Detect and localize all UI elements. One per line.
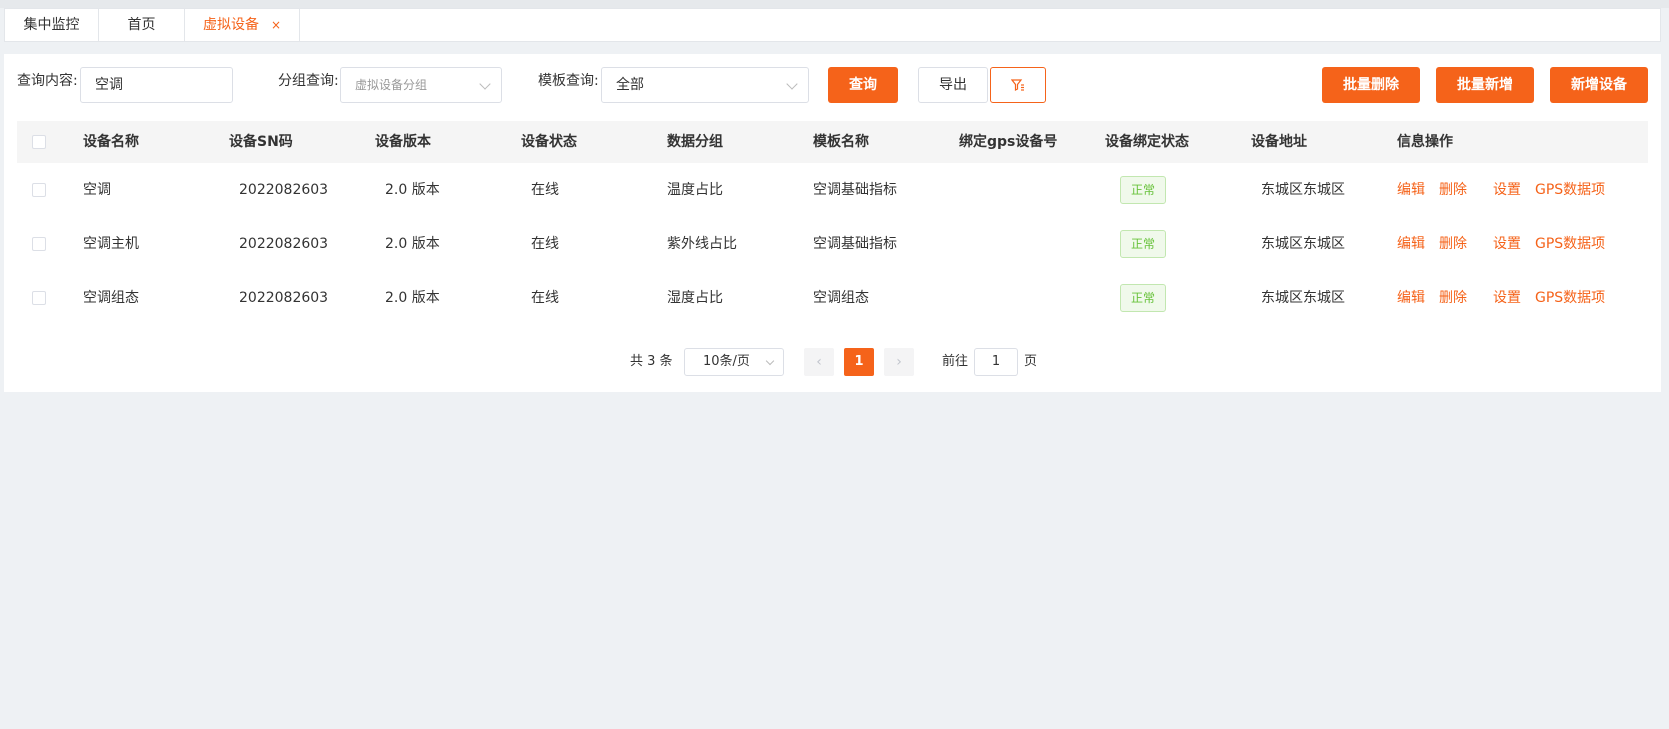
edit-link[interactable]: 编辑 [1397, 271, 1425, 325]
filter-button[interactable] [990, 67, 1046, 103]
tab-monitor[interactable]: 集中监控 [5, 9, 99, 41]
cell-status: 在线 [531, 236, 559, 252]
chevron-down-icon [786, 78, 798, 90]
tab-label: 虚拟设备 [202, 17, 259, 33]
batch-add-button[interactable]: 批量新增 [1436, 67, 1534, 103]
settings-link[interactable]: 设置 [1493, 163, 1521, 217]
next-page-button[interactable]: › [884, 348, 914, 376]
prev-page-button[interactable]: ‹ [804, 348, 834, 376]
query-label: 查询内容: [17, 73, 78, 89]
gps-data-link[interactable]: GPS数据项 [1535, 163, 1605, 217]
cell-data-group: 湿度占比 [667, 290, 723, 306]
cell-data-group: 紫外线占比 [667, 236, 737, 252]
tab-bar: 集中监控 首页 虚拟设备 × [4, 8, 1661, 42]
gps-data-link[interactable]: GPS数据项 [1535, 217, 1605, 271]
status-badge: 正常 [1120, 284, 1166, 312]
table-row: 空调 2022082603 2.0 版本 在线 温度占比 空调基础指标 正常 东… [17, 163, 1648, 217]
header-status: 设备状态 [521, 134, 577, 150]
header-version: 设备版本 [375, 134, 431, 150]
group-placeholder: 虚拟设备分组 [355, 78, 428, 92]
header-template: 模板名称 [813, 134, 869, 150]
cell-address: 东城区东城区 [1261, 290, 1345, 306]
table-row: 空调组态 2022082603 2.0 版本 在线 湿度占比 空调组态 正常 东… [17, 271, 1648, 325]
cell-version: 2.0 版本 [385, 290, 440, 306]
search-button[interactable]: 查询 [828, 67, 898, 103]
cell-template: 空调基础指标 [813, 182, 897, 198]
main-panel: 查询内容: 空调 分组查询: 虚拟设备分组 模板查询: 全部 查询 导出 批量删… [4, 54, 1661, 392]
cell-sn: 2022082603 [239, 182, 329, 198]
header-data-group: 数据分组 [667, 134, 723, 150]
group-label: 分组查询: [278, 73, 339, 89]
settings-link[interactable]: 设置 [1493, 217, 1521, 271]
batch-delete-button[interactable]: 批量删除 [1322, 67, 1420, 103]
cell-address: 东城区东城区 [1261, 236, 1345, 252]
cell-version: 2.0 版本 [385, 182, 440, 198]
row-checkbox[interactable] [32, 237, 46, 251]
tab-virtual-device[interactable]: 虚拟设备 × [185, 9, 300, 41]
goto-page-input[interactable]: 1 [974, 348, 1018, 376]
close-icon[interactable]: × [271, 18, 281, 32]
cell-address: 东城区东城区 [1261, 182, 1345, 198]
delete-link[interactable]: 删除 [1439, 271, 1467, 325]
table-header: 设备名称 设备SN码 设备版本 设备状态 数据分组 模板名称 绑定gps设备号 … [17, 121, 1648, 163]
cell-data-group: 温度占比 [667, 182, 723, 198]
cell-device-name: 空调 [83, 182, 111, 198]
cell-device-name: 空调组态 [83, 290, 139, 306]
page-size-value: 10条/页 [703, 354, 750, 369]
export-button[interactable]: 导出 [918, 67, 988, 103]
page-1-button[interactable]: 1 [844, 348, 874, 376]
header-sn: 设备SN码 [229, 134, 293, 150]
header-gps: 绑定gps设备号 [959, 134, 1058, 150]
template-select[interactable]: 全部 [601, 67, 809, 103]
settings-link[interactable]: 设置 [1493, 271, 1521, 325]
tab-label: 首页 [127, 17, 156, 33]
header-bind-status: 设备绑定状态 [1105, 134, 1189, 150]
header-actions: 信息操作 [1397, 134, 1453, 150]
cell-version: 2.0 版本 [385, 236, 440, 252]
filter-icon [1010, 79, 1024, 91]
cell-sn: 2022082603 [239, 236, 329, 252]
delete-link[interactable]: 删除 [1439, 163, 1467, 217]
edit-link[interactable]: 编辑 [1397, 217, 1425, 271]
template-value: 全部 [616, 77, 644, 93]
add-device-button[interactable]: 新增设备 [1550, 67, 1648, 103]
row-checkbox[interactable] [32, 291, 46, 305]
row-checkbox[interactable] [32, 183, 46, 197]
header-device-name: 设备名称 [83, 134, 139, 150]
header-address: 设备地址 [1251, 134, 1307, 150]
status-badge: 正常 [1120, 176, 1166, 204]
chevron-left-icon: ‹ [816, 354, 822, 370]
template-label: 模板查询: [538, 73, 599, 89]
page-suffix: 页 [1024, 354, 1038, 369]
cell-sn: 2022082603 [239, 290, 329, 306]
cell-template: 空调组态 [813, 290, 869, 306]
cell-status: 在线 [531, 290, 559, 306]
goto-label: 前往 [942, 354, 969, 369]
tab-label: 集中监控 [23, 17, 80, 33]
group-select[interactable]: 虚拟设备分组 [340, 67, 502, 103]
table-row: 空调主机 2022082603 2.0 版本 在线 紫外线占比 空调基础指标 正… [17, 217, 1648, 271]
chevron-down-icon [765, 356, 775, 366]
delete-link[interactable]: 删除 [1439, 217, 1467, 271]
select-all-checkbox[interactable] [32, 135, 46, 149]
chevron-right-icon: › [896, 354, 902, 370]
query-input[interactable]: 空调 [80, 67, 233, 103]
pagination-total: 共 3 条 [630, 354, 673, 369]
page-size-select[interactable]: 10条/页 [684, 348, 784, 376]
cell-template: 空调基础指标 [813, 236, 897, 252]
tab-home[interactable]: 首页 [99, 9, 185, 41]
edit-link[interactable]: 编辑 [1397, 163, 1425, 217]
cell-status: 在线 [531, 182, 559, 198]
cell-device-name: 空调主机 [83, 236, 139, 252]
gps-data-link[interactable]: GPS数据项 [1535, 271, 1605, 325]
status-badge: 正常 [1120, 230, 1166, 258]
top-strip [0, 0, 1669, 8]
chevron-down-icon [479, 78, 491, 90]
